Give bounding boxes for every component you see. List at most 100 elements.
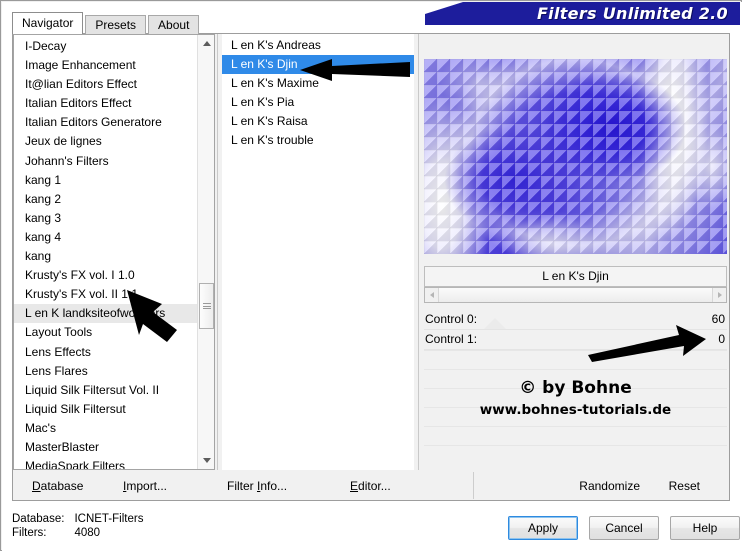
database-button[interactable]: Database [13,479,123,493]
editor-label: ditor... [358,478,391,493]
filter-name-list[interactable]: L en K's Andreas L en K's Djin L en K's Ma… [222,34,414,470]
control-row-0[interactable]: Control 0: 60 [424,310,727,330]
navigator-list-item-label: Krusty's FX vol. II 1.1 [25,287,138,302]
control-1-label: Control 1: [425,332,478,346]
navigator-list-item[interactable]: Lens Flares [14,362,197,381]
navigator-list-item-label: MediaSpark Filters [25,459,126,470]
filter-list-item-label: L en K's Maxime [231,76,319,91]
navigator-list-item-label: I-Decay [25,39,67,53]
hscroll-right-button[interactable] [713,288,726,302]
hscroll-track[interactable] [438,288,713,302]
panel-button-bar: Database Import... Filter Info... Editor… [13,472,705,499]
navigator-list-item[interactable]: Liquid Silk Filtersut [14,400,197,419]
navigator-list-item[interactable]: I-Decay [14,37,197,56]
scrollbar-thumb[interactable] [199,283,214,329]
navigator-list-item-label: kang 1 [25,172,62,187]
status-row-database: Database: ICNET-Filters [12,512,143,526]
credit-rule [424,445,727,446]
editor-button[interactable]: Editor... [350,479,473,493]
navigator-list-item[interactable]: kang 4 [14,228,197,247]
navigator-list-item[interactable]: Liquid Silk Filtersut Vol. II [14,381,197,400]
filter-preview[interactable] [424,59,727,254]
navigator-list-item[interactable]: Italian Editors Effect [14,94,197,113]
tab-about[interactable]: About [148,15,200,34]
navigator-category-list[interactable]: I-Decay Image Enhancement It@lian Editors … [13,34,215,470]
control-0-slider-marker[interactable] [484,318,506,329]
navigator-list-item[interactable]: kang 3 [14,209,197,228]
navigator-list-item-label: Johann's Filters [25,153,109,168]
arrow-left-icon [429,292,434,298]
preview-image [424,59,727,254]
control-horizontal-scrollbar[interactable] [424,287,727,303]
navigator-list-item[interactable]: Image Enhancement [14,56,197,75]
app-title: Filters Unlimited 2.0 [536,4,728,23]
navigator-list-item-label: Italian Editors Effect [25,96,132,111]
filter-list-item[interactable]: L en K's Andreas [222,36,414,55]
navigator-list-item[interactable]: MasterBlaster [14,438,197,457]
navigator-list-item[interactable]: kang 2 [14,190,197,209]
tab-strip: Navigator Presets About [12,12,201,34]
control-0-value: 60 [711,312,725,326]
navigator-list-item-label: kang 4 [25,229,62,244]
hscroll-left-button[interactable] [425,288,438,302]
credit-rule [424,350,727,351]
filter-list-item[interactable]: L en K's trouble [222,131,414,150]
navigator-list-item[interactable]: MediaSpark Filters [14,457,197,470]
navigator-list-item-label: Italian Editors Generatore [25,115,162,130]
control-row-1[interactable]: Control 1: 0 [424,330,727,350]
navigator-list-item[interactable]: Lens Effects [14,343,197,362]
accel-e: E [350,478,359,493]
navigator-list-items: I-Decay Image Enhancement It@lian Editors … [14,37,197,470]
list-separator-left [217,34,218,470]
filter-list-item-label: L en K's Raisa [231,114,308,129]
control-0-label: Control 0: [425,312,478,326]
filter-list-item-label: L en K's Pia [231,95,295,110]
status-bar: Database: ICNET-Filters Filters: 4080 [12,512,143,540]
filter-list-item[interactable]: L en K's Raisa [222,112,414,131]
cancel-button[interactable]: Cancel [589,516,659,540]
arrow-right-icon [717,292,722,298]
filter-list-item-label: L en K's Djin [231,57,298,72]
navigator-list-item[interactable]: Jeux de lignes [14,132,197,151]
tab-navigator[interactable]: Navigator [12,12,84,34]
navigator-list-item[interactable]: L en K landksiteofwonders [14,304,197,324]
status-database-value: ICNET-Filters [74,513,144,525]
randomize-button[interactable]: Randomize [474,479,640,493]
import-button[interactable]: Import... [123,479,227,493]
filter-list-item[interactable]: L en K's Djin [222,55,414,75]
credit-area: © by Bohne www.bohnes-tutorials.de [424,350,727,470]
navigator-list-item[interactable]: Layout Tools [14,323,197,342]
accel-d: D [32,478,41,493]
credit-rule [424,426,727,427]
tab-presets[interactable]: Presets [85,15,147,34]
scroll-up-button[interactable] [198,35,214,52]
navigator-list-item[interactable]: Krusty's FX vol. I 1.0 [14,266,197,285]
preview-and-controls-pane: L en K's Djin Control 0: 60 Control 1: 0 [424,34,727,470]
filter-list-item[interactable]: L en K's Pia [222,93,414,112]
apply-button[interactable]: Apply [508,516,578,540]
navigator-list-item-label: kang 2 [25,191,62,206]
navigator-list-item[interactable]: kang 1 [14,171,197,190]
navigator-list-item-label: MasterBlaster [25,439,100,454]
navigator-list-item[interactable]: Mac's [14,419,197,438]
status-filters-value: 4080 [74,527,101,539]
status-filters-label: Filters: [12,527,47,539]
navigator-list-item[interactable]: Italian Editors Generatore [14,113,197,132]
filter-info-button[interactable]: Filter Info... [227,479,350,493]
filter-list-item-label: L en K's trouble [231,133,314,148]
navigator-list-item[interactable]: kang [14,247,197,266]
navigator-list-item[interactable]: Krusty's FX vol. II 1.1 [14,285,197,304]
status-database-label: Database: [12,513,65,525]
scroll-down-button[interactable] [198,452,214,469]
navigator-list-item[interactable]: Johann's Filters [14,152,197,171]
reset-button[interactable]: Reset [640,479,700,493]
filter-list-item-label: L en K's Andreas [231,38,321,52]
import-label: mport... [126,478,168,493]
help-button[interactable]: Help [670,516,740,540]
navigator-list-item-label: Mac's [25,420,56,435]
navigator-vertical-scrollbar[interactable] [197,35,214,469]
navigator-list-item-label: Liquid Silk Filtersut [25,401,126,416]
preview-triangle-grid-texture [424,59,727,254]
navigator-list-item[interactable]: It@lian Editors Effect [14,75,197,94]
filter-list-item[interactable]: L en K's Maxime [222,74,414,93]
